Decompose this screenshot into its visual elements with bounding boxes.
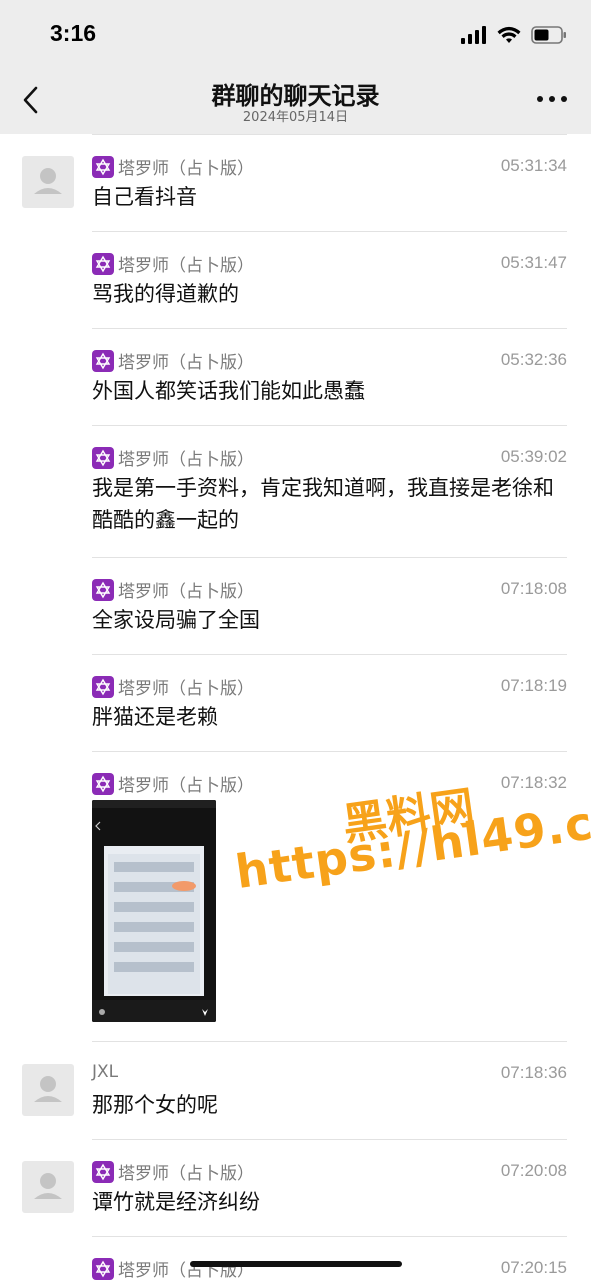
chat-message: 塔罗师（占卜版） 07:18:32 <box>0 751 591 1041</box>
divider <box>92 1236 567 1237</box>
sender-label: 塔罗师（占卜版） <box>118 1164 254 1184</box>
more-dot-icon <box>537 96 543 102</box>
message-time: 07:18:19 <box>500 676 567 695</box>
message-text: 谭竹就是经济纠纷 <box>92 1190 260 1214</box>
message-time: 07:18:36 <box>500 1063 567 1082</box>
chat-message: 塔罗师（占卜版） 05:39:02 我是第一手资料，肯定我知道啊，我直接是老徐和… <box>0 425 591 557</box>
home-indicator[interactable] <box>190 1261 402 1267</box>
sender-label: 塔罗师（占卜版） <box>118 582 254 602</box>
avatar[interactable] <box>22 1064 74 1116</box>
message-time: 05:31:47 <box>500 253 567 272</box>
avatar[interactable] <box>22 1161 74 1213</box>
sender-name: 塔罗师（占卜版） <box>92 445 254 470</box>
sender-name: 塔罗师（占卜版） <box>92 577 254 602</box>
screenshot-thumbnail-icon <box>92 800 216 1022</box>
sender-label: 塔罗师（占卜版） <box>118 159 254 179</box>
status-icons <box>461 24 567 46</box>
star-of-david-badge-icon <box>92 446 114 469</box>
divider <box>92 134 567 135</box>
sender-label: JXL <box>92 1062 119 1082</box>
sender-name: 塔罗师（占卜版） <box>92 251 254 276</box>
divider <box>92 751 567 752</box>
message-text: 我是第一手资料，肯定我知道啊，我直接是老徐和酷酷的鑫一起的 <box>92 476 554 532</box>
sender-name: 塔罗师（占卜版） <box>92 154 254 179</box>
wifi-icon <box>497 26 521 43</box>
message-text: 自己看抖音 <box>92 185 197 209</box>
sender-label: 塔罗师（占卜版） <box>118 256 254 276</box>
default-avatar-icon <box>34 1076 62 1102</box>
more-dot-icon <box>561 96 567 102</box>
status-bar: 3:16 <box>0 0 591 66</box>
sender-label: 塔罗师（占卜版） <box>118 679 254 699</box>
sender-name: JXL <box>92 1062 118 1082</box>
sender-label: 塔罗师（占卜版） <box>118 450 254 470</box>
chat-history-list[interactable]: 塔罗师（占卜版） 05:31:34 自己看抖音 塔罗师（占卜版） 05:31:4… <box>0 134 591 1280</box>
sender-name: 塔罗师（占卜版） <box>92 674 254 699</box>
divider <box>92 1139 567 1140</box>
chat-message: 塔罗师（占卜版） 05:31:47 骂我的得道歉的 <box>0 231 591 328</box>
chat-message: 塔罗师（占卜版） 07:18:08 全家设局骗了全国 <box>0 557 591 654</box>
battery-icon <box>531 26 566 44</box>
message-time: 07:18:08 <box>500 579 567 598</box>
avatar[interactable] <box>22 156 74 208</box>
message-text: 骂我的得道歉的 <box>92 282 239 306</box>
message-time: 05:31:34 <box>500 156 567 175</box>
more-dot-icon <box>549 96 555 102</box>
default-avatar-icon <box>34 168 62 194</box>
star-of-david-badge-icon <box>92 349 114 372</box>
sender-label: 塔罗师（占卜版） <box>118 353 254 373</box>
sender-name: 塔罗师（占卜版） <box>92 348 254 373</box>
sender-label: 塔罗师（占卜版） <box>118 776 254 796</box>
star-of-david-badge-icon <box>92 1160 114 1183</box>
cellular-signal-icon <box>461 26 486 44</box>
message-text: 胖猫还是老赖 <box>92 705 218 729</box>
star-of-david-badge-icon <box>92 252 114 275</box>
chat-message: 塔罗师（占卜版） 05:31:34 自己看抖音 <box>0 134 591 231</box>
message-time: 07:18:32 <box>500 773 567 792</box>
default-avatar-icon <box>34 1173 62 1199</box>
chat-message: 塔罗师（占卜版） 07:20:08 谭竹就是经济纠纷 <box>0 1139 591 1236</box>
chat-message: 塔罗师（占卜版） 07:20:15 <box>0 1236 591 1280</box>
chat-message: 塔罗师（占卜版） 05:32:36 外国人都笑话我们能如此愚蠢 <box>0 328 591 425</box>
status-time: 3:16 <box>50 20 97 46</box>
message-text: 全家设局骗了全国 <box>92 608 260 632</box>
message-time: 05:39:02 <box>500 447 567 466</box>
star-of-david-badge-icon <box>92 155 114 178</box>
sender-label: 塔罗师（占卜版） <box>118 1261 254 1280</box>
message-text: 那那个女的呢 <box>92 1093 218 1117</box>
sender-name: 塔罗师（占卜版） <box>92 771 254 796</box>
divider <box>92 231 567 232</box>
image-message-thumbnail[interactable] <box>92 800 216 1022</box>
chat-message: JXL 07:18:36 那那个女的呢 <box>0 1041 591 1139</box>
star-of-david-badge-icon <box>92 772 114 795</box>
divider <box>92 425 567 426</box>
more-options-button[interactable] <box>537 96 567 104</box>
chat-message: 塔罗师（占卜版） 07:18:19 胖猫还是老赖 <box>0 654 591 751</box>
divider <box>92 1041 567 1042</box>
star-of-david-badge-icon <box>92 578 114 601</box>
star-of-david-badge-icon <box>92 1257 114 1280</box>
message-time: 05:32:36 <box>500 350 567 369</box>
nav-bar: 群聊的聊天记录 2024年05月14日 <box>0 66 591 134</box>
star-of-david-badge-icon <box>92 675 114 698</box>
message-time: 07:20:08 <box>500 1161 567 1180</box>
divider <box>92 557 567 558</box>
sender-name: 塔罗师（占卜版） <box>92 1159 254 1184</box>
divider <box>92 654 567 655</box>
message-text: 外国人都笑话我们能如此愚蠢 <box>92 379 365 403</box>
page-date: 2024年05月14日 <box>242 110 349 125</box>
message-time: 07:20:15 <box>500 1258 567 1277</box>
sender-name: 塔罗师（占卜版） <box>92 1256 254 1280</box>
divider <box>92 328 567 329</box>
